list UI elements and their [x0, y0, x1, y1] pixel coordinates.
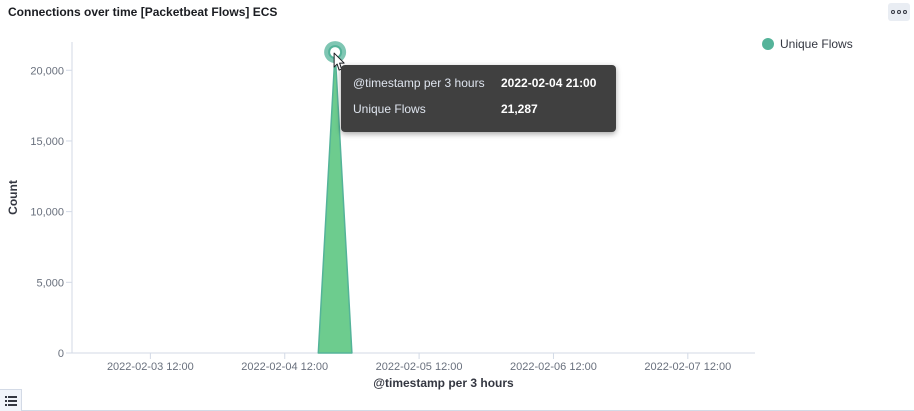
x-tick-label: 2022-02-04 12:00 [241, 361, 328, 373]
tooltip-row-unique-flows: Unique Flows 21,287 [353, 102, 604, 128]
chart-canvas: 0 5,000 10,000 15,000 20,000 2022-02-03 12:00… [6, 41, 755, 390]
legend-color-dot [762, 38, 774, 50]
y-tick-label: 10,000 [30, 207, 64, 219]
list-icon [4, 395, 17, 406]
y-tick-label: 0 [58, 348, 64, 360]
legend-label: Unique Flows [780, 37, 853, 51]
y-axis-title: Count [6, 180, 20, 215]
legend-item-unique-flows[interactable]: Unique Flows [762, 37, 853, 51]
tooltip-row-timestamp: @timestamp per 3 hours 2022-02-04 21:00 [353, 76, 604, 102]
tooltip-value: 2022-02-04 21:00 [501, 76, 597, 90]
chart-tooltip: @timestamp per 3 hours 2022-02-04 21:00 … [341, 65, 616, 132]
y-tick-label: 15,000 [30, 136, 64, 148]
legend-toggle-button[interactable] [0, 389, 22, 411]
x-tick-label: 2022-02-06 12:00 [510, 361, 597, 373]
x-tick-label: 2022-02-07 12:00 [644, 361, 731, 373]
x-tick-label: 2022-02-03 12:00 [107, 361, 194, 373]
y-tick-label: 5,000 [36, 277, 64, 289]
y-tick-label: 20,000 [30, 65, 64, 77]
x-tick-label: 2022-02-05 12:00 [376, 361, 463, 373]
x-axis-title: @timestamp per 3 hours [373, 376, 514, 390]
tooltip-key: Unique Flows [353, 102, 426, 116]
tooltip-value: 21,287 [501, 102, 538, 116]
tooltip-key: @timestamp per 3 hours [353, 76, 485, 90]
